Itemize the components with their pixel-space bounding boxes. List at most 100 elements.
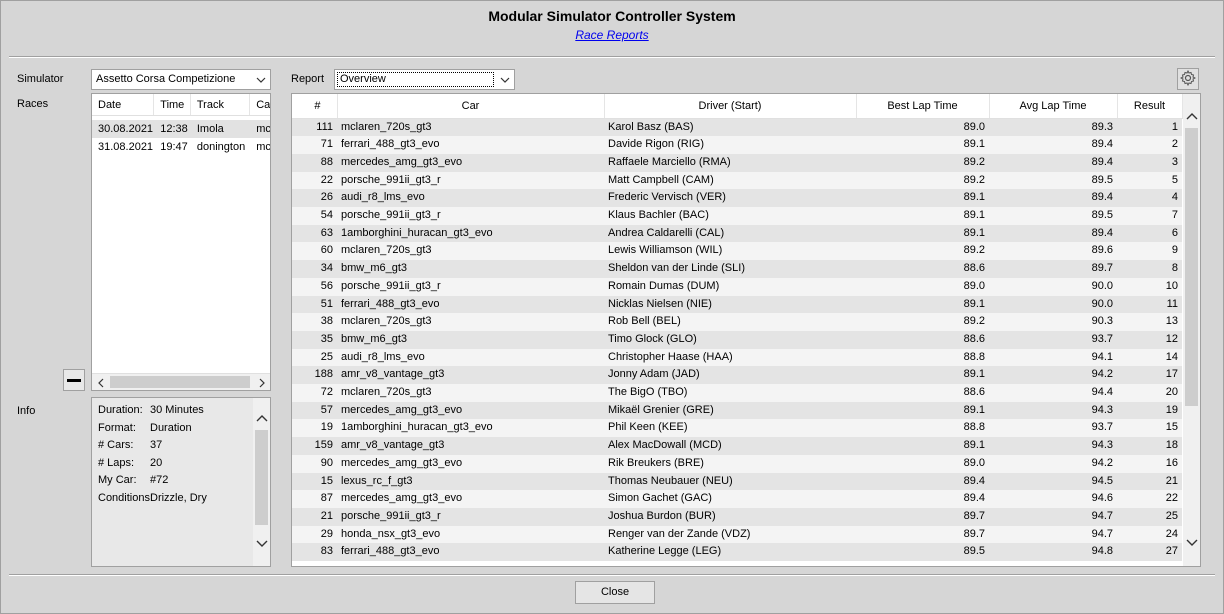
chevron-down-icon[interactable] — [253, 535, 270, 552]
cell-result: 9 — [1117, 242, 1182, 261]
col-car[interactable]: Car — [337, 94, 605, 119]
chevron-left-icon[interactable] — [92, 374, 109, 390]
cell-driver: Joshua Burdon (BUR) — [604, 507, 856, 526]
col-best-lap[interactable]: Best Lap Time — [856, 94, 990, 119]
table-row[interactable]: 159 amr_v8_vantage_gt3 Alex MacDowall (MCD… — [292, 437, 1182, 455]
table-row[interactable]: 90 mercedes_amg_gt3_evo Rik Breukers (BRE)… — [292, 454, 1182, 473]
scroll-thumb[interactable] — [1185, 128, 1198, 406]
cell-car: audi_r8_lms_evo — [337, 189, 604, 208]
cell-result: 13 — [1117, 313, 1182, 331]
cell-car: mercedes_amg_gt3_evo — [337, 490, 604, 508]
gear-icon — [1179, 69, 1197, 89]
cell-number: 25 — [292, 348, 337, 367]
table-row[interactable]: 188 amr_v8_vantage_gt3 Jonny Adam (JAD) 89.… — [292, 366, 1182, 385]
col-result[interactable]: Result — [1117, 94, 1183, 119]
report-dropdown[interactable]: Overview — [334, 69, 515, 90]
chevron-right-icon[interactable] — [253, 374, 270, 390]
cell-number: 38 — [292, 313, 337, 331]
table-row[interactable]: 25 audi_r8_lms_evo Christopher Haase (HAA)… — [292, 348, 1182, 367]
cell-best-lap: 89.0 — [856, 454, 989, 473]
col-avg-lap[interactable]: Avg Lap Time — [989, 94, 1118, 119]
cell-avg-lap: 93.7 — [989, 419, 1117, 438]
cell-result: 19 — [1117, 401, 1182, 420]
races-list[interactable]: Date Time Track Ca 30.08.2021 12:38 Imol… — [91, 93, 271, 391]
table-row[interactable]: 21 porsche_991ii_gt3_r Joshua Burdon (BUR)… — [292, 507, 1182, 526]
race-row[interactable]: 30.08.2021 12:38 Imola mc — [92, 120, 270, 138]
table-row[interactable]: 57 mercedes_amg_gt3_evo Mikaël Grenier (GR… — [292, 401, 1182, 420]
cell-number: 57 — [292, 401, 337, 420]
races-col-car[interactable]: Ca — [250, 94, 270, 115]
table-row[interactable]: 19 1amborghini_huracan_gt3_evo Phil Keen (… — [292, 419, 1182, 438]
table-row[interactable]: 60 mclaren_720s_gt3 Lewis Williamson (WIL)… — [292, 242, 1182, 261]
table-row[interactable]: 26 audi_r8_lms_evo Frederic Vervisch (VER)… — [292, 189, 1182, 208]
settings-button[interactable] — [1177, 68, 1199, 90]
chevron-down-icon[interactable] — [1183, 534, 1200, 551]
scroll-thumb[interactable] — [110, 376, 250, 388]
cell-result: 14 — [1117, 348, 1182, 367]
table-row[interactable]: 83 ferrari_488_gt3_evo Katherine Legge (LE… — [292, 543, 1182, 562]
cell-number: 34 — [292, 260, 337, 278]
cell-result: 5 — [1117, 171, 1182, 190]
cell-number: 51 — [292, 295, 337, 314]
table-row[interactable]: 54 porsche_991ii_gt3_r Klaus Bachler (BAC)… — [292, 207, 1182, 225]
report-table-panel[interactable]: # Car Driver (Start) Best Lap Time Avg L… — [291, 93, 1201, 567]
chevron-down-icon[interactable] — [496, 70, 514, 89]
cell-avg-lap: 94.5 — [989, 472, 1117, 491]
cell-car: audi_r8_lms_evo — [337, 348, 604, 367]
close-button[interactable]: Close — [575, 581, 655, 604]
table-row[interactable]: 71 ferrari_488_gt3_evo Davide Rigon (RIG) 8… — [292, 136, 1182, 154]
report-table-header: # Car Driver (Start) Best Lap Time Avg L… — [292, 94, 1183, 119]
cell-avg-lap: 94.7 — [989, 525, 1117, 544]
races-label: Races — [17, 98, 49, 110]
table-row[interactable]: 51 ferrari_488_gt3_evo Nicklas Nielsen (NI… — [292, 295, 1182, 314]
report-vscrollbar[interactable] — [1183, 94, 1200, 566]
cell-avg-lap: 89.6 — [989, 242, 1117, 261]
cell-car: porsche_991ii_gt3_r — [337, 277, 604, 296]
cell-best-lap: 89.2 — [856, 153, 989, 172]
table-row[interactable]: 72 mclaren_720s_gt3 The BigO (TBO) 88.6 94.4… — [292, 384, 1182, 402]
table-row[interactable]: 88 mercedes_amg_gt3_evo Raffaele Marciello… — [292, 153, 1182, 172]
remove-race-button[interactable] — [63, 369, 85, 391]
cell-driver: Mikaël Grenier (GRE) — [604, 401, 856, 420]
simulator-label: Simulator — [17, 73, 64, 85]
cell-best-lap: 89.1 — [856, 437, 989, 455]
scroll-thumb[interactable] — [255, 430, 268, 525]
table-row[interactable]: 56 porsche_991ii_gt3_r Romain Dumas (DUM) 8… — [292, 277, 1182, 296]
col-number[interactable]: # — [292, 94, 338, 119]
races-col-time[interactable]: Time — [154, 94, 191, 115]
col-driver[interactable]: Driver (Start) — [604, 94, 857, 119]
cell-avg-lap: 94.2 — [989, 366, 1117, 385]
cell-result: 24 — [1117, 525, 1182, 544]
chevron-down-icon[interactable] — [252, 70, 270, 89]
cell-driver: Alex MacDowall (MCD) — [604, 437, 856, 455]
cell-result: 4 — [1117, 189, 1182, 208]
races-col-track[interactable]: Track — [191, 94, 251, 115]
cell-driver: Klaus Bachler (BAC) — [604, 207, 856, 225]
cell-driver: Katherine Legge (LEG) — [604, 543, 856, 562]
table-row[interactable]: 38 mclaren_720s_gt3 Rob Bell (BEL) 89.2 90.3… — [292, 313, 1182, 331]
table-row[interactable]: 34 bmw_m6_gt3 Sheldon van der Linde (SLI) 8… — [292, 260, 1182, 278]
cell-driver: Timo Glock (GLO) — [604, 330, 856, 349]
chevron-up-icon[interactable] — [253, 410, 270, 427]
cell-result: 7 — [1117, 207, 1182, 225]
cell-result: 21 — [1117, 472, 1182, 491]
race-reports-link[interactable]: Race Reports — [575, 28, 648, 42]
table-row[interactable]: 63 1amborghini_huracan_gt3_evo Andrea Cald… — [292, 224, 1182, 243]
cell-number: 72 — [292, 384, 337, 402]
races-col-date[interactable]: Date — [92, 94, 155, 115]
table-row[interactable]: 22 porsche_991ii_gt3_r Matt Campbell (CAM)… — [292, 171, 1182, 190]
table-row[interactable]: 111 mclaren_720s_gt3 Karol Basz (BAS) 89.0 8… — [292, 118, 1182, 137]
simulator-dropdown[interactable]: Assetto Corsa Competizione — [91, 69, 271, 90]
table-row[interactable]: 87 mercedes_amg_gt3_evo Simon Gachet (GAC)… — [292, 490, 1182, 508]
cell-driver: Lewis Williamson (WIL) — [604, 242, 856, 261]
table-row[interactable]: 29 honda_nsx_gt3_evo Renger van der Zande … — [292, 525, 1182, 544]
table-row[interactable]: 35 bmw_m6_gt3 Timo Glock (GLO) 88.6 93.7 12 — [292, 330, 1182, 349]
cell-number: 19 — [292, 419, 337, 438]
cell-best-lap: 89.2 — [856, 242, 989, 261]
cell-result: 27 — [1117, 543, 1182, 562]
races-hscrollbar[interactable] — [92, 373, 270, 390]
chevron-up-icon[interactable] — [1183, 108, 1200, 125]
race-row[interactable]: 31.08.2021 19:47 donington mc — [92, 138, 270, 156]
info-vscrollbar[interactable] — [253, 398, 270, 566]
table-row[interactable]: 15 lexus_rc_f_gt3 Thomas Neubauer (NEU) 89.… — [292, 472, 1182, 491]
